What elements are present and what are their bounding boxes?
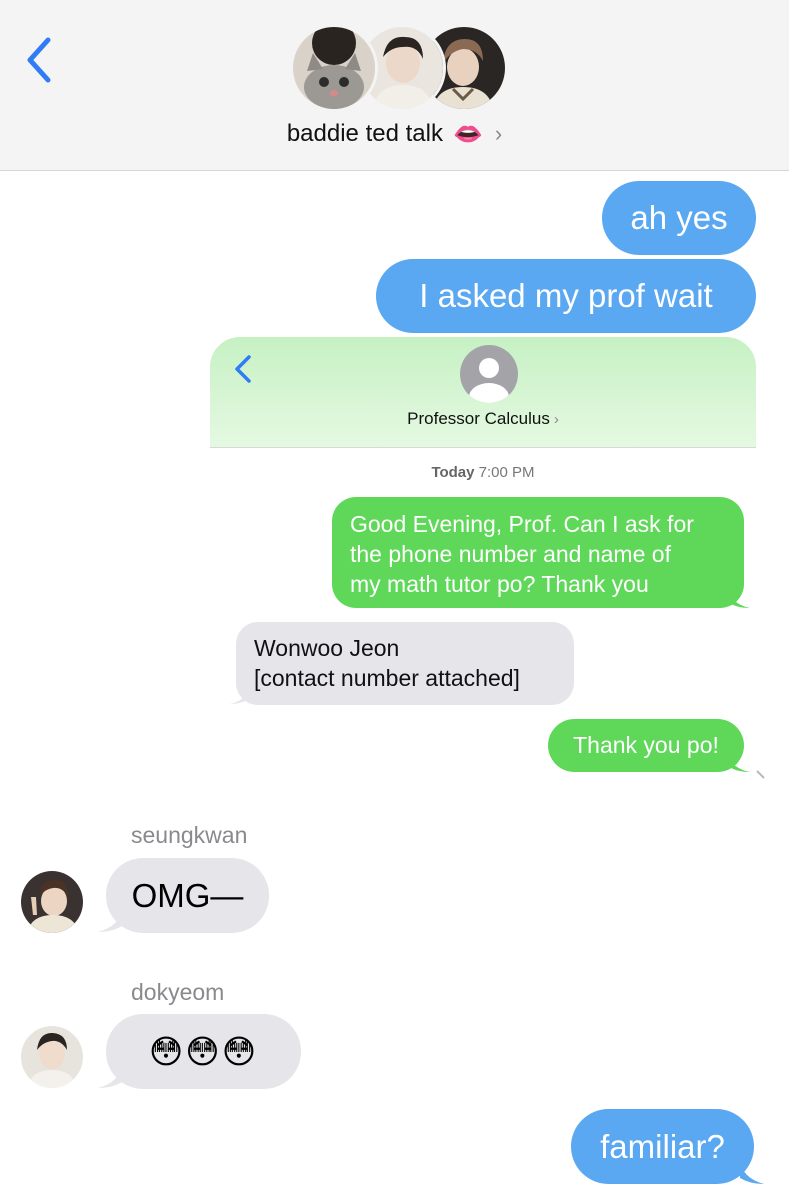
conversation-header: baddie ted talk 👄 › (0, 0, 789, 171)
contact-name: Professor Calculus › (407, 409, 559, 428)
bubble-tail (740, 1160, 764, 1184)
bubble-tail (230, 684, 250, 704)
avatar-seungkwan[interactable] (21, 871, 83, 933)
received-message-bubble[interactable]: 😳😳😳 (106, 1014, 301, 1089)
message-text: familiar? (600, 1127, 725, 1165)
bubble-tail (728, 752, 750, 772)
embedded-screenshot-header: Professor Calculus › (210, 337, 756, 448)
chevron-right-icon: › (553, 411, 559, 428)
sender-name: dokyeom (131, 979, 225, 1005)
sender-name: seungkwan (131, 822, 248, 848)
bubble-tail (728, 586, 750, 608)
sent-message-bubble[interactable]: I asked my prof wait (376, 259, 756, 333)
message-text: OMG— (131, 876, 244, 914)
bubble-tail (98, 1064, 122, 1088)
message-text: ah yes (630, 199, 728, 236)
embedded-sent-bubble: Thank you po! (548, 719, 744, 772)
embedded-received-bubble: Wonwoo Jeon [contact number attached] (236, 622, 574, 705)
message-timestamp: Today 7:00 PM (431, 464, 535, 481)
chevron-right-icon: › (494, 121, 503, 146)
group-avatars[interactable] (290, 24, 508, 112)
sent-message-bubble[interactable]: ah yes (602, 181, 756, 255)
back-chevron-icon (230, 351, 256, 387)
lips-emoji: 👄 (452, 120, 483, 148)
avatar-cat (290, 24, 378, 112)
message-text: I asked my prof wait (419, 277, 713, 314)
avatar-dokyeom[interactable] (21, 1026, 83, 1088)
message-text: 😳😳😳 (148, 1033, 259, 1070)
embedded-sent-bubble: Good Evening, Prof. Can I ask for the ph… (332, 497, 744, 608)
contact-placeholder-icon (460, 345, 518, 403)
received-message-bubble[interactable]: OMG— (106, 858, 269, 933)
back-chevron-icon[interactable] (20, 32, 60, 88)
group-name: baddie ted talk (286, 120, 443, 147)
bubble-tail (98, 908, 122, 932)
bubble-tail-fragment (756, 770, 765, 779)
conversation-title[interactable]: baddie ted talk 👄 › (0, 114, 789, 154)
sent-message-bubble[interactable]: familiar? (571, 1109, 754, 1184)
